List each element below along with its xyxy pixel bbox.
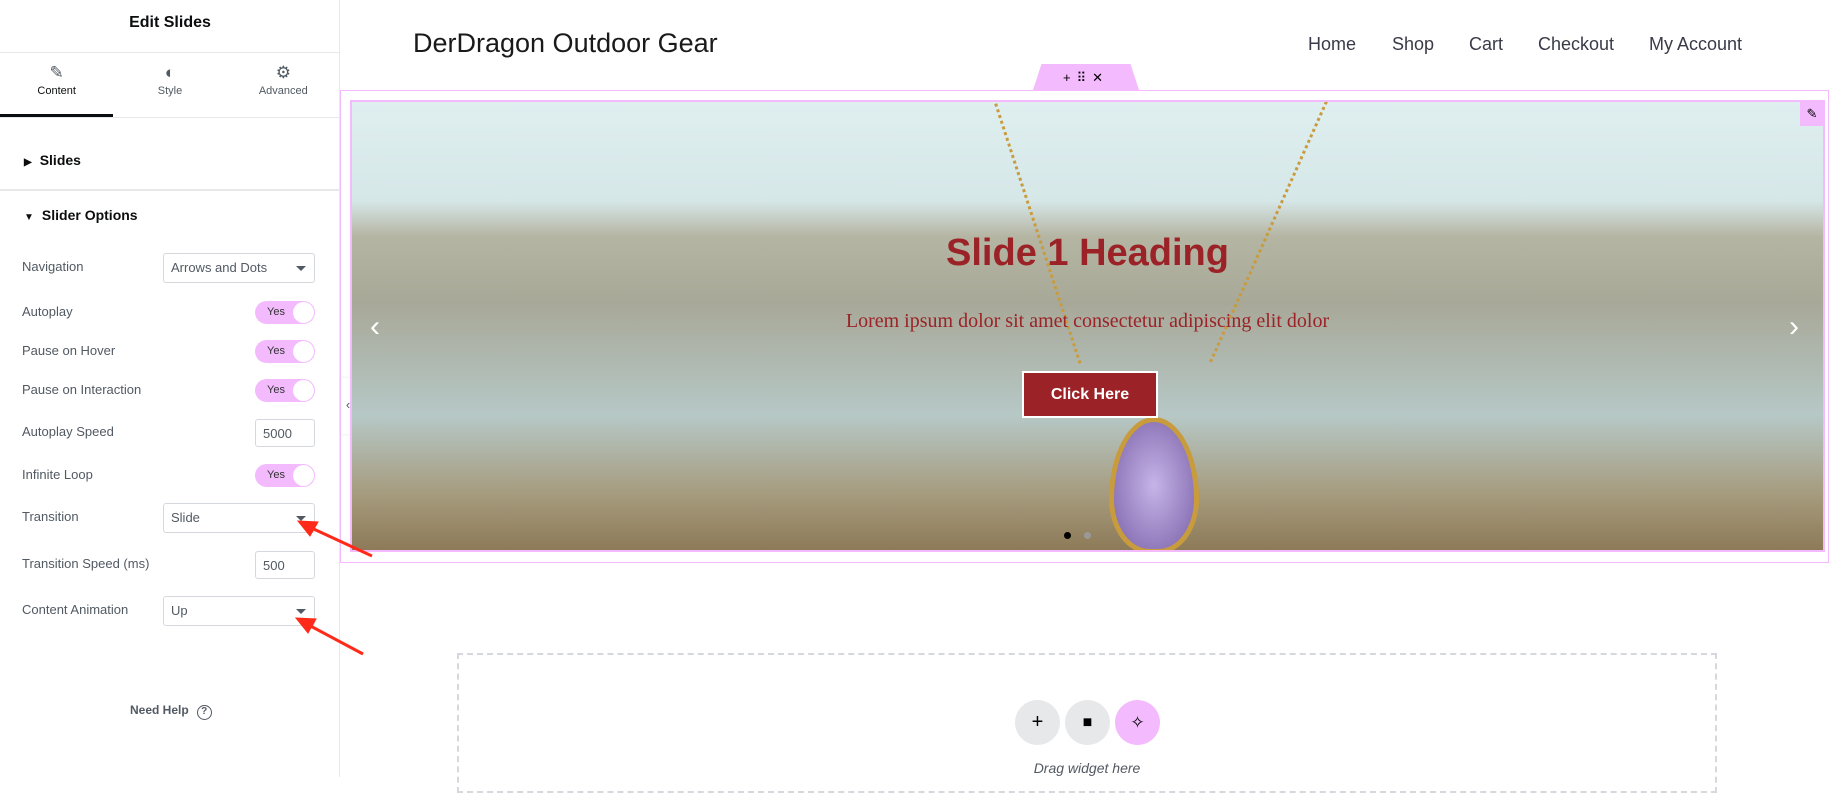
tab-content[interactable]: ✎ Content: [0, 53, 114, 117]
next-arrow-icon[interactable]: ›: [1789, 310, 1799, 344]
nav-cart[interactable]: Cart: [1469, 34, 1503, 55]
infinite-loop-label: Infinite Loop: [22, 467, 93, 482]
toggle-knob: [293, 465, 314, 486]
slide-dot-active[interactable]: [1064, 532, 1071, 539]
select-value: Arrows and Dots: [171, 260, 268, 275]
dropdown-arrow-icon: [296, 266, 306, 271]
dropdown-arrow-icon: [296, 609, 306, 614]
pause-on-interaction-label: Pause on Interaction: [22, 382, 142, 397]
editor-panel: Edit Slides ✎ Content ◐ Style ⚙ Advanced ▶ S…: [0, 0, 340, 777]
toggle-knob: [293, 341, 314, 362]
folder-icon: ■: [1082, 714, 1093, 731]
section-slider-options[interactable]: ▼ Slider Options: [0, 207, 340, 223]
toggle-knob: [293, 302, 314, 323]
panel-tabs: ✎ Content ◐ Style ⚙ Advanced: [0, 52, 340, 118]
transition-speed-label: Transition Speed (ms): [22, 556, 150, 571]
pencil-icon: ✎: [49, 63, 64, 82]
section-handle[interactable]: +⠿✕: [1033, 64, 1139, 90]
section-label: Slider Options: [41, 207, 138, 223]
help-text: Need Help: [130, 703, 189, 717]
drag-widget-text: Drag widget here: [1033, 760, 1141, 776]
tab-label: Style: [157, 85, 183, 97]
pause-on-interaction-toggle[interactable]: Yes: [255, 379, 315, 402]
section-label: Slides: [39, 152, 81, 168]
toggle-knob: [293, 380, 314, 401]
tab-advanced[interactable]: ⚙ Advanced: [227, 53, 340, 117]
content-animation-select[interactable]: Up: [163, 596, 315, 626]
autoplay-speed-input[interactable]: 5000: [255, 419, 315, 447]
autoplay-toggle[interactable]: Yes: [255, 301, 315, 324]
toggle-text: Yes: [267, 306, 285, 318]
tab-label: Advanced: [258, 85, 308, 97]
tab-label: Content: [37, 85, 76, 97]
add-section-button[interactable]: +: [1015, 700, 1060, 745]
divider: [0, 189, 340, 191]
slide-button[interactable]: Click Here: [1022, 371, 1158, 418]
select-value: Slide: [171, 510, 200, 525]
contrast-icon: ◐: [164, 63, 176, 82]
close-icon[interactable]: ✕: [1092, 70, 1109, 85]
navigation-select[interactable]: Arrows and Dots: [163, 253, 315, 283]
gem-pendant: [1109, 417, 1199, 550]
gear-icon: ⚙: [275, 63, 291, 82]
caret-down-icon: ▼: [24, 212, 34, 223]
pause-on-hover-label: Pause on Hover: [22, 343, 116, 358]
slide-dot[interactable]: [1084, 532, 1091, 539]
nav-my-account[interactable]: My Account: [1649, 34, 1742, 55]
content-animation-label: Content Animation: [22, 602, 129, 617]
prev-arrow-icon[interactable]: ‹: [370, 310, 380, 344]
slide-heading: Slide 1 Heading: [946, 232, 1229, 274]
template-library-button[interactable]: ■: [1065, 700, 1110, 745]
caret-right-icon: ▶: [24, 157, 32, 168]
slide-description: Lorem ipsum dolor sit amet consectetur a…: [845, 310, 1330, 332]
toggle-text: Yes: [267, 469, 285, 481]
autoplay-label: Autoplay: [22, 304, 73, 319]
drag-icon[interactable]: ⠿: [1077, 70, 1093, 85]
need-help-link[interactable]: Need Help?: [130, 703, 212, 720]
dropdown-arrow-icon: [296, 516, 306, 521]
ai-button[interactable]: ✧: [1115, 700, 1160, 745]
add-icon[interactable]: +: [1063, 70, 1077, 85]
transition-speed-input[interactable]: 500: [255, 551, 315, 579]
slide: Slide 1 Heading Lorem ipsum dolor sit am…: [350, 100, 1825, 552]
section-slides[interactable]: ▶ Slides: [0, 152, 340, 168]
toggle-text: Yes: [267, 384, 285, 396]
site-logo[interactable]: DerDragon Outdoor Gear: [413, 28, 718, 59]
nav-checkout[interactable]: Checkout: [1538, 34, 1614, 55]
toggle-text: Yes: [267, 345, 285, 357]
panel-title: Edit Slides: [129, 14, 211, 31]
tab-style[interactable]: ◐ Style: [113, 53, 226, 117]
nav-home[interactable]: Home: [1308, 34, 1356, 55]
autoplay-speed-label: Autoplay Speed: [22, 424, 114, 439]
select-value: Up: [171, 603, 188, 618]
edit-widget-icon[interactable]: ✎: [1800, 102, 1824, 126]
navigation-label: Navigation: [22, 259, 84, 274]
pause-on-hover-toggle[interactable]: Yes: [255, 340, 315, 363]
transition-select[interactable]: Slide: [163, 503, 315, 533]
sparkle-icon: ✧: [1130, 713, 1145, 732]
infinite-loop-toggle[interactable]: Yes: [255, 464, 315, 487]
question-icon: ?: [196, 705, 212, 720]
nav-shop[interactable]: Shop: [1392, 34, 1434, 55]
transition-label: Transition: [22, 509, 79, 524]
